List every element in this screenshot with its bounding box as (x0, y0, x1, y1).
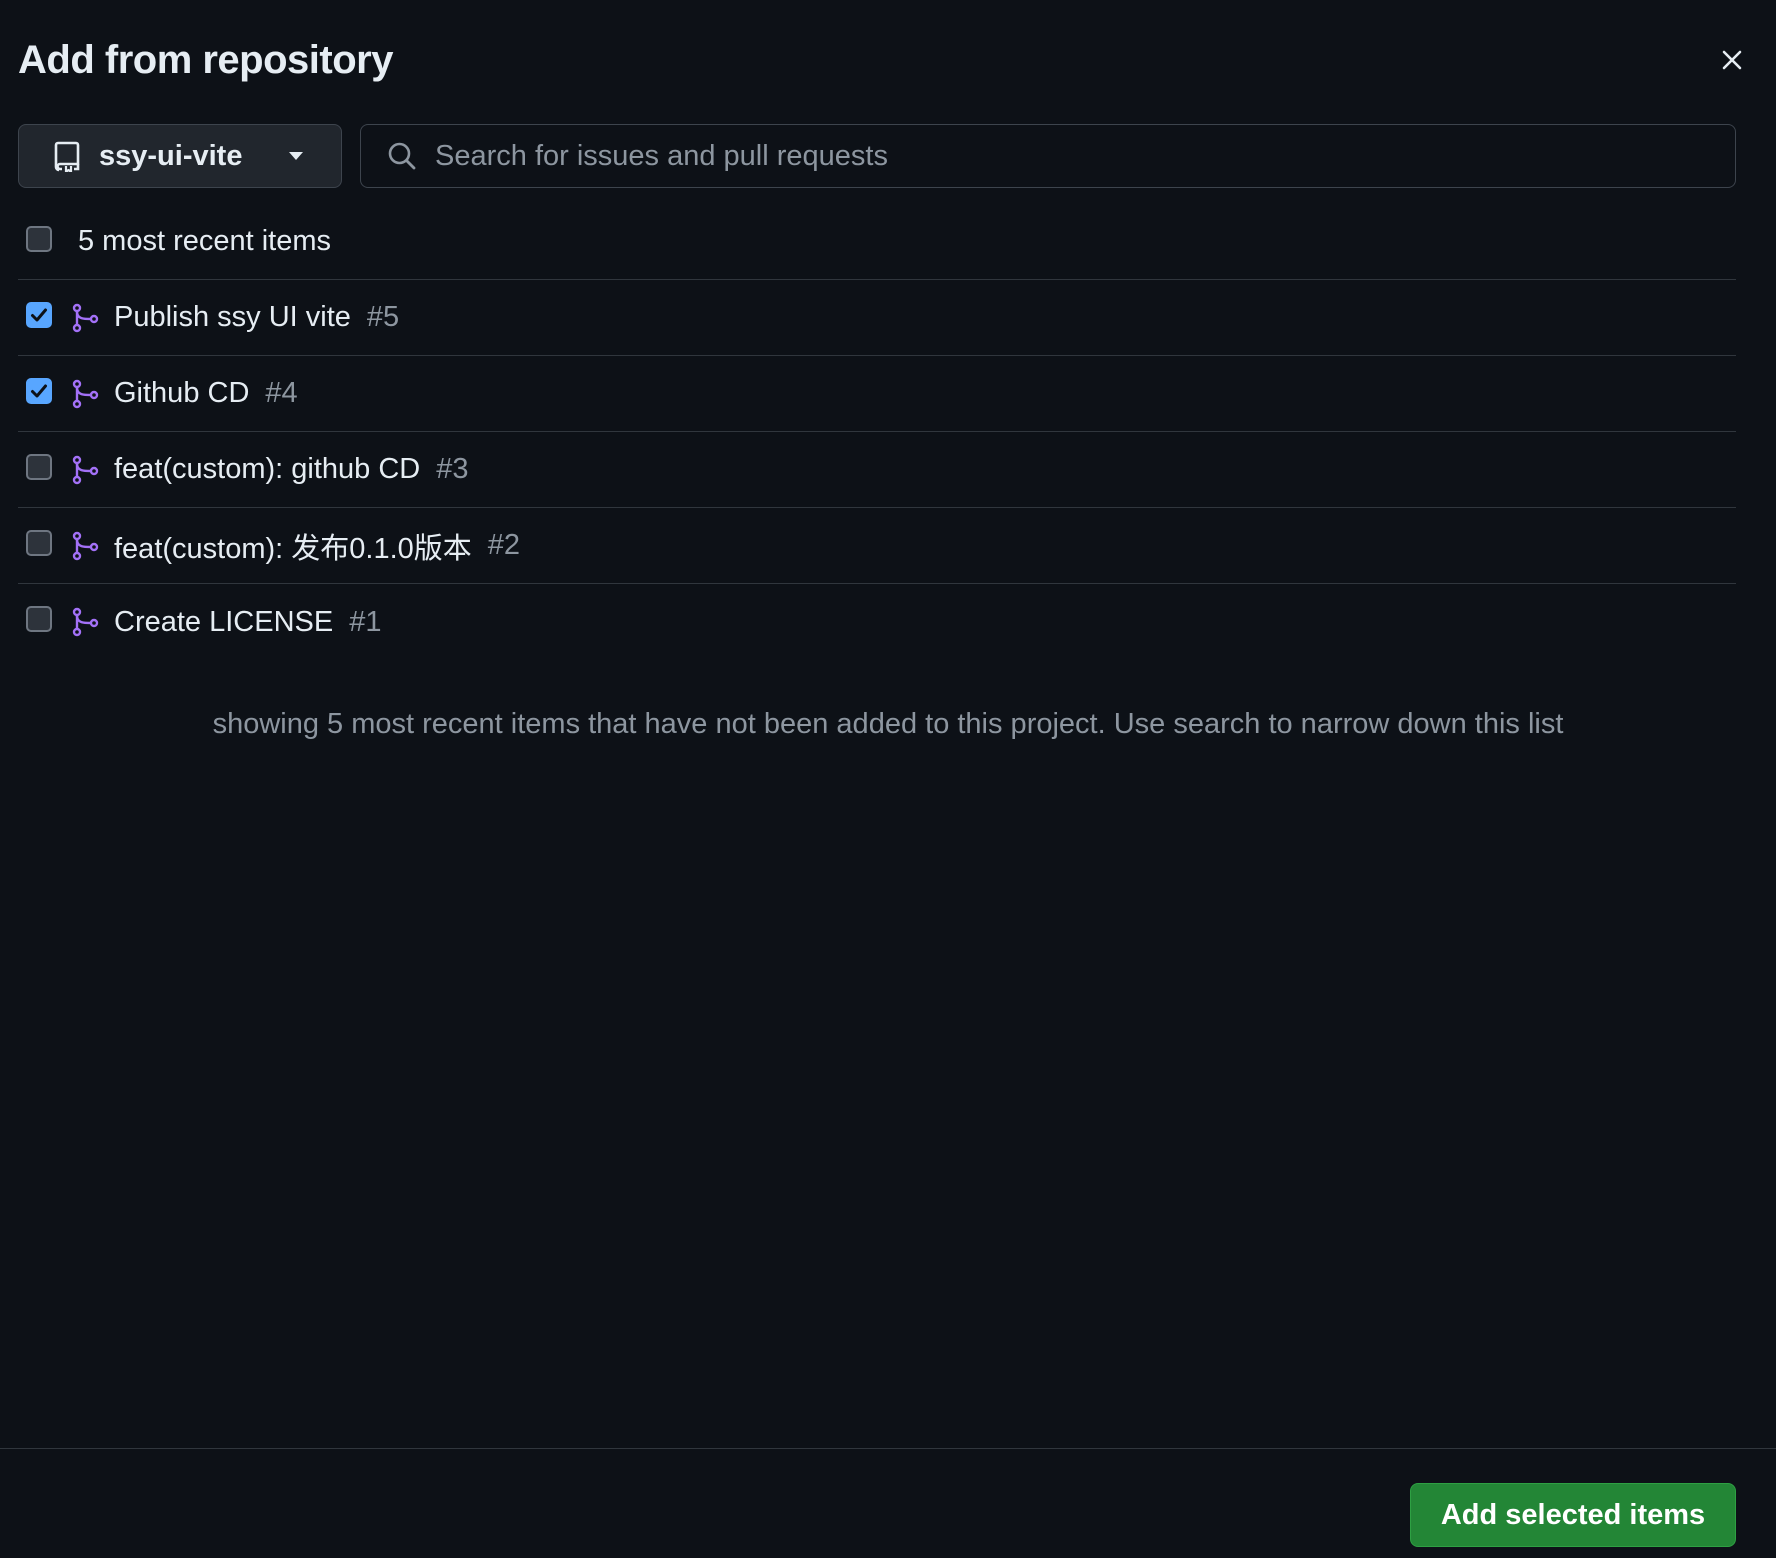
item-checkbox[interactable] (26, 377, 52, 404)
search-icon (388, 142, 416, 170)
item-number: #4 (265, 377, 298, 409)
add-selected-items-button[interactable]: Add selected items (1410, 1483, 1736, 1547)
search-field (360, 124, 1736, 188)
list-item[interactable]: feat(custom): 发布0.1.0版本 #2 (18, 508, 1736, 584)
add-from-repository-dialog: Add from repository ssy-ui-vite Search f… (0, 0, 1776, 1558)
dialog-header: Add from repository (18, 30, 1758, 90)
item-checkbox[interactable] (26, 301, 52, 328)
repository-name: ssy-ui-vite (99, 139, 243, 172)
item-title[interactable]: feat(custom): 发布0.1.0版本 (114, 525, 472, 567)
item-checkbox[interactable] (26, 529, 52, 556)
item-number: #3 (436, 453, 469, 485)
triangle-down-icon (289, 152, 303, 160)
list-item[interactable]: Github CD #4 (18, 356, 1736, 432)
list-hint: showing 5 most recent items that have no… (212, 708, 1564, 740)
repository-selector[interactable]: ssy-ui-vite (18, 124, 342, 188)
dialog-footer: Add selected items (0, 1448, 1776, 1558)
git-pull-request-icon (70, 303, 100, 333)
item-title[interactable]: Publish ssy UI vite (114, 301, 351, 334)
repo-icon (54, 141, 80, 172)
close-button[interactable] (1708, 36, 1756, 84)
toolbar: ssy-ui-vite (18, 124, 1736, 188)
list-item[interactable]: feat(custom): github CD #3 (18, 432, 1736, 508)
search-input[interactable] (435, 139, 1711, 173)
check-icon (31, 384, 47, 397)
git-pull-request-icon (70, 379, 100, 409)
item-title[interactable]: feat(custom): github CD (114, 453, 420, 486)
item-checkbox[interactable] (26, 606, 52, 632)
item-title[interactable]: Create LICENSE (114, 606, 333, 639)
item-title[interactable]: Github CD (114, 377, 249, 410)
item-number: #5 (366, 301, 400, 333)
item-checkbox[interactable] (26, 453, 52, 480)
item-number: #1 (349, 605, 382, 638)
git-pull-request-icon (70, 531, 100, 561)
select-all-checkbox[interactable] (26, 225, 52, 252)
git-pull-request-icon (70, 455, 100, 485)
git-pull-request-icon (70, 607, 100, 637)
select-all-row[interactable]: 5 most recent items (18, 204, 1736, 280)
dialog-title: Add from repository (18, 37, 393, 82)
select-all-label: 5 most recent items (78, 225, 332, 257)
list-item[interactable]: Create LICENSE #1 (18, 584, 1736, 660)
item-list: 5 most recent items Publish ssy UI vite … (18, 204, 1736, 660)
close-icon (1722, 50, 1742, 70)
check-icon (31, 308, 47, 321)
list-item[interactable]: Publish ssy UI vite #5 (18, 280, 1736, 356)
item-number: #2 (487, 529, 521, 561)
